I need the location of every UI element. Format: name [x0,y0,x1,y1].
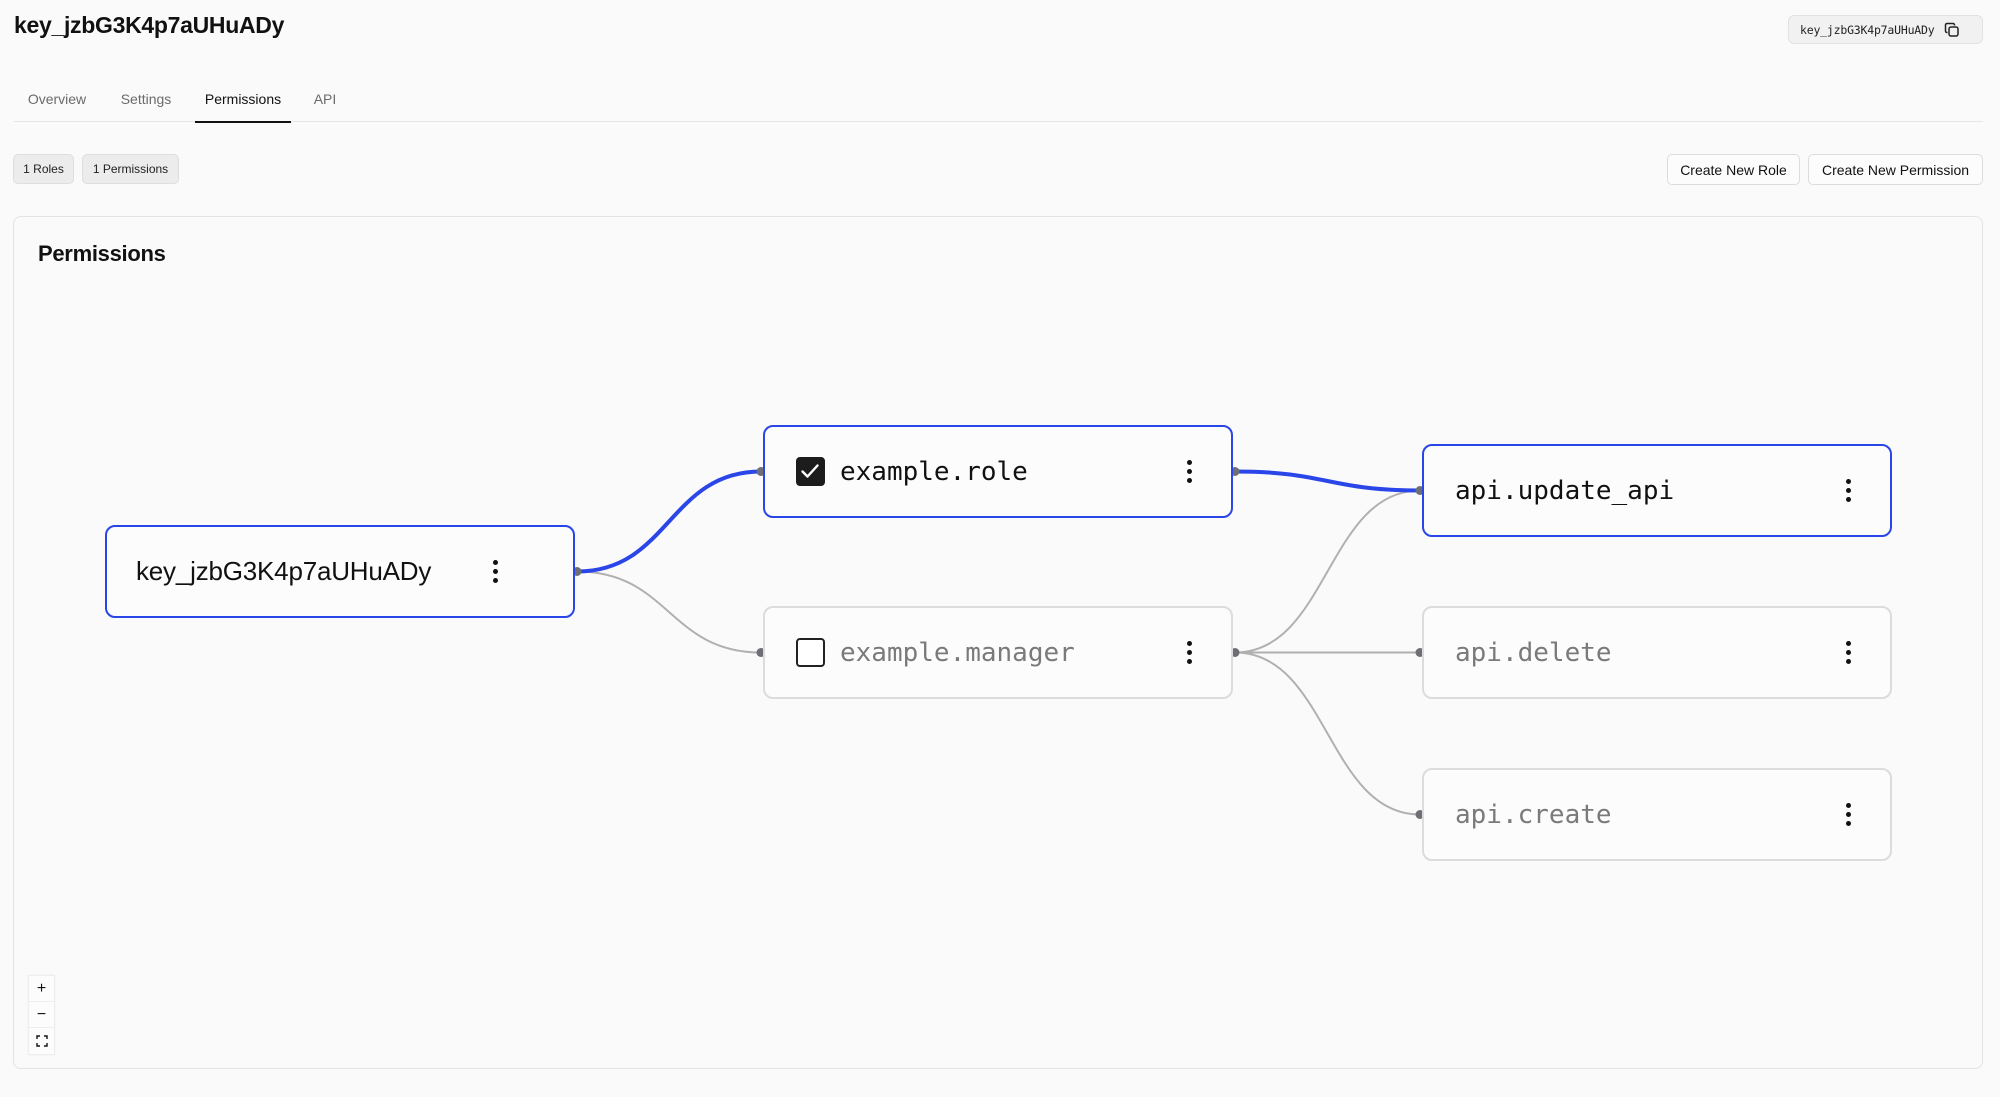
permission-node-api-update-api[interactable]: api.update_api [1422,444,1892,537]
tab-bar: Overview Settings Permissions API [14,76,1983,123]
zoom-controls: + − [28,975,55,1055]
roles-count-badge: 1 Roles [13,154,74,184]
permission-node-api-create[interactable]: api.create [1422,768,1892,861]
permission-label: api.update_api [1455,475,1675,506]
permission-menu-icon[interactable] [1838,476,1858,506]
role-node-example-role[interactable]: example.role [763,425,1233,518]
panel-title: Permissions [38,241,166,266]
role-node-example-manager[interactable]: example.manager [763,606,1233,699]
fit-view-button[interactable] [29,1028,54,1054]
zoom-in-button[interactable]: + [29,976,54,1002]
create-new-role-button[interactable]: Create New Role [1667,154,1800,185]
zoom-out-button[interactable]: − [29,1002,54,1028]
tab-settings[interactable]: Settings [110,76,182,121]
key-node[interactable]: key_jzbG3K4p7aUHuADy [105,525,575,618]
permission-label: api.delete [1455,637,1612,668]
permission-menu-icon[interactable] [1838,800,1858,830]
key-node-label: key_jzbG3K4p7aUHuADy [136,556,432,586]
tab-permissions[interactable]: Permissions [195,76,291,123]
copy-key-button[interactable]: key_jzbG3K4p7aUHuADy [1788,15,1983,44]
role-label: example.role [840,456,1028,487]
fit-view-icon [35,1035,48,1047]
role-menu-icon[interactable] [1179,638,1199,668]
permission-menu-icon[interactable] [1838,638,1858,668]
check-icon [801,464,819,478]
create-new-permission-button[interactable]: Create New Permission [1808,154,1983,185]
tab-api[interactable]: API [304,76,346,121]
permissions-count-badge: 1 Permissions [82,154,179,184]
key-node-menu-icon[interactable] [485,557,505,587]
copy-icon [1944,22,1960,38]
key-id-text: key_jzbG3K4p7aUHuADy [1800,22,1935,37]
role-checkbox-checked[interactable] [796,457,825,486]
role-label: example.manager [840,637,1075,668]
permission-label: api.create [1455,799,1612,830]
role-menu-icon[interactable] [1179,457,1199,487]
role-checkbox-unchecked[interactable] [796,638,825,667]
permission-node-api-delete[interactable]: api.delete [1422,606,1892,699]
tab-overview[interactable]: Overview [16,76,98,121]
page-title: key_jzbG3K4p7aUHuADy [14,12,285,38]
